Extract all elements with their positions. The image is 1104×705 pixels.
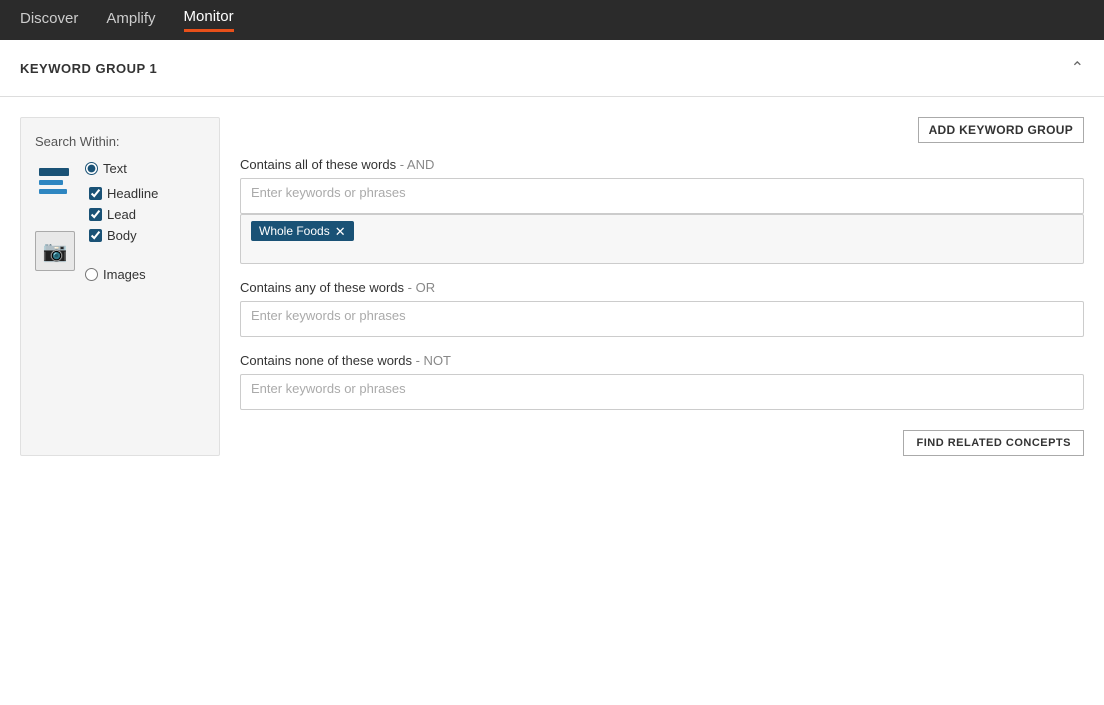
body-checkbox[interactable] [89,229,102,242]
lead-label: Lead [107,207,136,222]
not-section-label: Contains none of these words - NOT [240,353,1084,368]
text-option-label: Text [103,161,127,176]
not-input-box[interactable] [240,374,1084,410]
tag-label: Whole Foods [259,224,330,238]
images-option-label: Images [103,267,146,282]
and-section: Contains all of these words - AND Whole … [240,157,1084,264]
and-tag-box: Whole Foods ✕ [240,214,1084,264]
search-within-options: 📷 Text Headline Le [35,161,205,286]
keyword-body: Search Within: 📷 [0,97,1104,476]
or-input-box[interactable] [240,301,1084,337]
icon-column: 📷 [35,161,75,286]
tag-remove-icon[interactable]: ✕ [335,225,346,238]
collapse-icon[interactable]: ⌃ [1071,58,1084,78]
keyword-group-header: KEYWORD GROUP 1 ⌃ [0,40,1104,97]
and-input[interactable] [251,185,451,200]
headline-checkbox-row[interactable]: Headline [89,186,158,201]
body-label: Body [107,228,137,243]
or-input[interactable] [251,308,451,323]
keywords-area: ADD KEYWORD GROUP Contains all of these … [240,117,1084,456]
images-radio[interactable] [85,268,98,281]
nav-discover[interactable]: Discover [20,10,78,31]
text-radio[interactable] [85,162,98,175]
nav-amplify[interactable]: Amplify [106,10,155,31]
headline-checkbox[interactable] [89,187,102,200]
whole-foods-tag[interactable]: Whole Foods ✕ [251,221,354,241]
or-section-label: Contains any of these words - OR [240,280,1084,295]
lead-checkbox-row[interactable]: Lead [89,207,158,222]
not-input[interactable] [251,381,451,396]
add-keyword-group-button[interactable]: ADD KEYWORD GROUP [918,117,1084,143]
text-content-icon [35,161,75,201]
image-content-icon: 📷 [35,231,75,271]
options-column: Text Headline Lead Body [85,161,158,286]
find-related-concepts-button[interactable]: FIND RELATED CONCEPTS [903,430,1084,456]
nav-monitor[interactable]: Monitor [184,8,234,32]
headline-label: Headline [107,186,158,201]
text-radio-row[interactable]: Text [85,161,158,176]
find-related-row: FIND RELATED CONCEPTS [240,430,1084,456]
search-within-panel: Search Within: 📷 [20,117,220,456]
not-section: Contains none of these words - NOT [240,353,1084,410]
add-group-button-row: ADD KEYWORD GROUP [240,117,1084,143]
images-radio-row[interactable]: Images [85,267,158,282]
search-within-label: Search Within: [35,134,205,149]
keyword-group-title: KEYWORD GROUP 1 [20,61,157,76]
page-content: KEYWORD GROUP 1 ⌃ Search Within: 📷 [0,40,1104,476]
top-navigation: Discover Amplify Monitor [0,0,1104,40]
or-section: Contains any of these words - OR [240,280,1084,337]
and-input-box[interactable] [240,178,1084,214]
lead-checkbox[interactable] [89,208,102,221]
body-checkbox-row[interactable]: Body [89,228,158,243]
and-section-label: Contains all of these words - AND [240,157,1084,172]
